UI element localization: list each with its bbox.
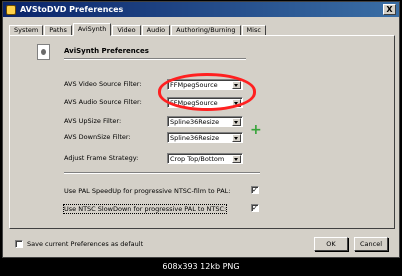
image-caption: 608x393 12kb PNG [162, 262, 240, 271]
cancel-button[interactable]: Cancel [354, 237, 388, 251]
ok-button[interactable]: OK [314, 237, 348, 251]
save-default-label: Save current Preferences as default [27, 240, 144, 248]
plus-icon: + [250, 122, 262, 138]
title-bar[interactable]: AVStoDVD Preferences X [3, 2, 399, 17]
close-button[interactable]: X [383, 4, 396, 15]
avisynth-panel: AviSynth Preferences AVS Video Source Fi… [9, 35, 395, 229]
highlight-annotation [158, 73, 256, 111]
frame-strategy-label: Adjust Frame Strategy: [64, 154, 139, 162]
upsize-filter-label: AVS UpSize Filter: [64, 117, 122, 125]
video-source-filter-label: AVS Video Source Filter: [64, 80, 142, 88]
pal-speedup-checkbox[interactable]: ✓ [251, 186, 259, 194]
save-default-checkbox[interactable] [15, 240, 23, 248]
header-divider [64, 58, 246, 60]
frame-strategy-select[interactable]: Crop Top/Bottom [167, 153, 243, 164]
upsize-filter-select[interactable]: Spline36Resize [167, 116, 243, 127]
upsize-filter-value: Spline36Resize [170, 118, 220, 126]
pal-speedup-label: Use PAL SpeedUp for progressive NTSC-fil… [64, 187, 231, 195]
window-title: AVStoDVD Preferences [20, 5, 124, 14]
downsize-filter-select[interactable]: Spline36Resize [167, 132, 243, 143]
chevron-down-icon[interactable] [232, 155, 241, 163]
panel-title: AviSynth Preferences [64, 47, 149, 55]
chevron-down-icon[interactable] [232, 118, 241, 126]
tab-avisynth[interactable]: AviSynth [72, 23, 112, 36]
chevron-down-icon[interactable] [232, 134, 241, 142]
app-icon [6, 4, 16, 15]
frame-strategy-value: Crop Top/Bottom [170, 155, 225, 163]
ntsc-slowdown-label: Use NTSC SlowDown for progressive PAL to… [62, 204, 228, 214]
downsize-filter-label: AVS DownSize Filter: [64, 133, 131, 141]
avisynth-icon [37, 44, 50, 60]
audio-source-filter-label: AVS Audio Source Filter: [64, 98, 142, 106]
screenshot-frame: AVStoDVD Preferences X System Paths AviS… [0, 0, 402, 276]
downsize-filter-value: Spline36Resize [170, 134, 220, 142]
options-divider [64, 172, 260, 174]
ntsc-slowdown-checkbox[interactable]: ✓ [251, 204, 259, 212]
preferences-window: AVStoDVD Preferences X System Paths AviS… [2, 1, 400, 258]
